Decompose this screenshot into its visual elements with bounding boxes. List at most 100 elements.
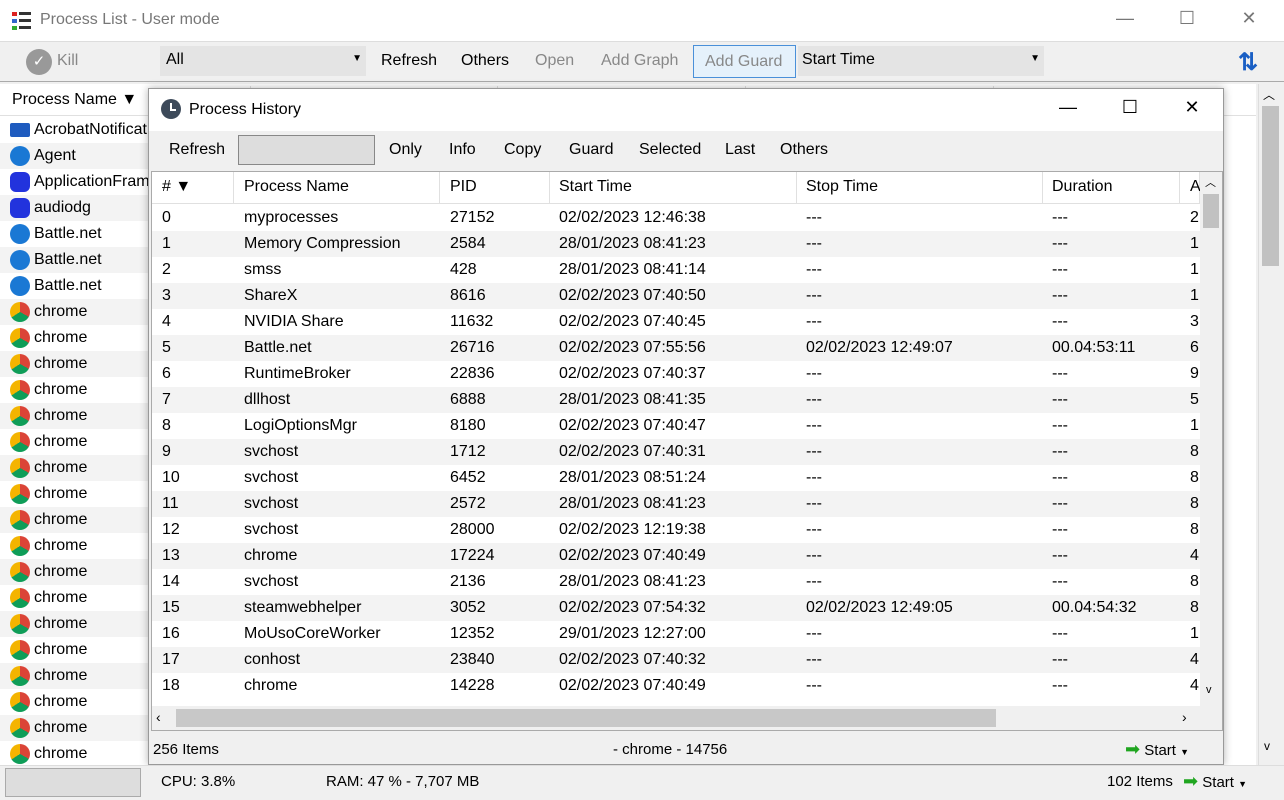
swap-arrows-icon[interactable]: ⇅ [1238,48,1258,77]
list-item[interactable]: audiodg [0,195,148,221]
refresh-button[interactable]: Refresh [381,52,437,70]
last-button[interactable]: Last [725,141,755,159]
dialog-start-button[interactable]: ➡ Start ▼ [1125,739,1189,760]
dialog-minimize-button[interactable]: — [1053,97,1083,123]
table-row[interactable]: 17 conhost 23840 02/02/2023 07:40:32 --- --- 4 [152,647,1200,673]
copy-button[interactable]: Copy [504,141,541,159]
table-row[interactable]: 11 svchost 2572 28/01/2023 08:41:23 --- --- 8 [152,491,1200,517]
history-horizontal-scrollbar[interactable]: ‹ › [152,706,1222,730]
table-row[interactable]: 16 MoUsoCoreWorker 12352 29/01/2023 12:27:0… [152,621,1200,647]
list-item[interactable]: chrome [0,663,148,689]
list-item[interactable]: chrome [0,637,148,663]
list-item[interactable]: chrome [0,533,148,559]
list-item[interactable]: AcrobatNotificationClient [0,117,148,143]
table-cell: --- [1052,521,1068,538]
dialog-maximize-button[interactable]: ☐ [1115,97,1145,123]
table-row[interactable]: 10 svchost 6452 28/01/2023 08:51:24 --- --- 8 [152,465,1200,491]
column-header[interactable]: PID [442,172,550,204]
list-item[interactable]: chrome [0,481,148,507]
list-item[interactable]: Agent [0,143,148,169]
list-item[interactable]: chrome [0,611,148,637]
close-button[interactable]: ✕ [1234,8,1264,34]
selected-button[interactable]: Selected [639,141,701,159]
list-item[interactable]: chrome [0,325,148,351]
list-item[interactable]: Battle.net [0,247,148,273]
list-item[interactable]: chrome [0,351,148,377]
scroll-thumb[interactable] [1262,106,1279,266]
table-cell: 11 [162,495,179,512]
dialog-title: Process History [189,101,302,118]
add-graph-button[interactable]: Add Graph [601,52,678,70]
list-item[interactable]: chrome [0,741,148,765]
column-header[interactable]: A [1182,172,1201,204]
table-row[interactable]: 5 Battle.net 26716 02/02/2023 07:55:56 02/02… [152,335,1200,361]
table-row[interactable]: 8 LogiOptionsMgr 8180 02/02/2023 07:40:47 --… [152,413,1200,439]
table-row[interactable]: 15 steamwebhelper 3052 02/02/2023 07:54:32 0… [152,595,1200,621]
table-row[interactable]: 9 svchost 1712 02/02/2023 07:40:31 --- --- 8 [152,439,1200,465]
list-item[interactable]: Battle.net [0,221,148,247]
dialog-close-button[interactable]: ✕ [1177,97,1207,123]
table-row[interactable]: 2 smss 428 28/01/2023 08:41:14 --- --- 1 [152,257,1200,283]
column-header[interactable]: Duration [1044,172,1180,204]
dialog-status: 256 Items - chrome - 14756 ➡ Start ▼ [149,734,1223,764]
column-header[interactable]: Stop Time [798,172,1043,204]
kill-button[interactable]: ✓ Kill [26,48,86,76]
table-row[interactable]: 0 myprocesses 27152 02/02/2023 12:46:38 --- -… [152,205,1200,231]
scroll-thumb[interactable] [176,709,996,727]
list-item[interactable]: Battle.net [0,273,148,299]
list-item[interactable]: chrome [0,429,148,455]
maximize-button[interactable]: ☐ [1172,8,1202,34]
table-row[interactable]: 4 NVIDIA Share 11632 02/02/2023 07:40:45 ---… [152,309,1200,335]
list-item[interactable]: chrome [0,689,148,715]
list-item[interactable]: chrome [0,507,148,533]
list-item[interactable]: chrome [0,299,148,325]
list-item[interactable]: chrome [0,585,148,611]
list-item[interactable]: chrome [0,377,148,403]
table-row[interactable]: 18 chrome 14228 02/02/2023 07:40:49 --- --- 4 [152,673,1200,699]
list-item[interactable]: ApplicationFrameHost [0,169,148,195]
dialog-search-input[interactable] [238,135,375,165]
table-cell: --- [1052,469,1068,486]
table-cell: svchost [244,443,299,460]
filter-dropdown[interactable]: All ▼ [160,46,366,76]
process-name: AcrobatNotificationClient [34,121,148,138]
column-header[interactable]: Start Time [551,172,797,204]
chrome-icon [10,302,30,322]
dialog-refresh-button[interactable]: Refresh [169,141,225,159]
table-row[interactable]: 12 svchost 28000 02/02/2023 12:19:38 --- --- 8 [152,517,1200,543]
table-cell: --- [1052,417,1068,434]
table-row[interactable]: 13 chrome 17224 02/02/2023 07:40:49 --- --- 4 [152,543,1200,569]
table-row[interactable]: 6 RuntimeBroker 22836 02/02/2023 07:40:37 --… [152,361,1200,387]
main-vertical-scrollbar[interactable]: ︿ v [1258,84,1282,765]
list-item[interactable]: chrome [0,403,148,429]
table-cell: 28/01/2023 08:51:24 [559,469,706,486]
list-item[interactable]: chrome [0,715,148,741]
dialog-others-button[interactable]: Others [780,141,828,159]
only-button[interactable]: Only [389,141,422,159]
column-process-name[interactable]: Process Name ▼ [12,91,137,109]
scroll-up-icon[interactable]: ︿ [1263,86,1275,103]
table-row[interactable]: 7 dllhost 6888 28/01/2023 08:41:35 --- --- 5 [152,387,1200,413]
table-row[interactable]: 14 svchost 2136 28/01/2023 08:41:23 --- --- 8 [152,569,1200,595]
guard-button[interactable]: Guard [569,141,613,159]
add-guard-button[interactable]: Add Guard [693,45,796,78]
open-button[interactable]: Open [535,52,574,70]
start-button[interactable]: ➡ Start ▼ [1183,771,1247,792]
list-item[interactable]: chrome [0,455,148,481]
scroll-thumb[interactable] [1203,194,1219,228]
others-button[interactable]: Others [461,52,509,70]
table-cell: 00.04:53:11 [1052,339,1136,356]
column-header[interactable]: Process Name [236,172,440,204]
chrome-icon [10,640,30,660]
table-row[interactable]: 3 ShareX 8616 02/02/2023 07:40:50 --- --- 1 [152,283,1200,309]
table-row[interactable]: 1 Memory Compression 2584 28/01/2023 08:41:… [152,231,1200,257]
scroll-down-icon[interactable]: v [1264,739,1270,753]
window-title: Process List - User mode [40,11,220,28]
history-vertical-scrollbar[interactable]: ︿ v [1200,172,1222,706]
sort-dropdown[interactable]: Start Time ▼ [798,46,1044,76]
list-item[interactable]: chrome [0,559,148,585]
minimize-button[interactable]: — [1110,8,1140,34]
column-header[interactable]: # ▼ [154,172,234,204]
info-button[interactable]: Info [449,141,476,159]
process-name: ApplicationFrameHost [34,173,148,190]
